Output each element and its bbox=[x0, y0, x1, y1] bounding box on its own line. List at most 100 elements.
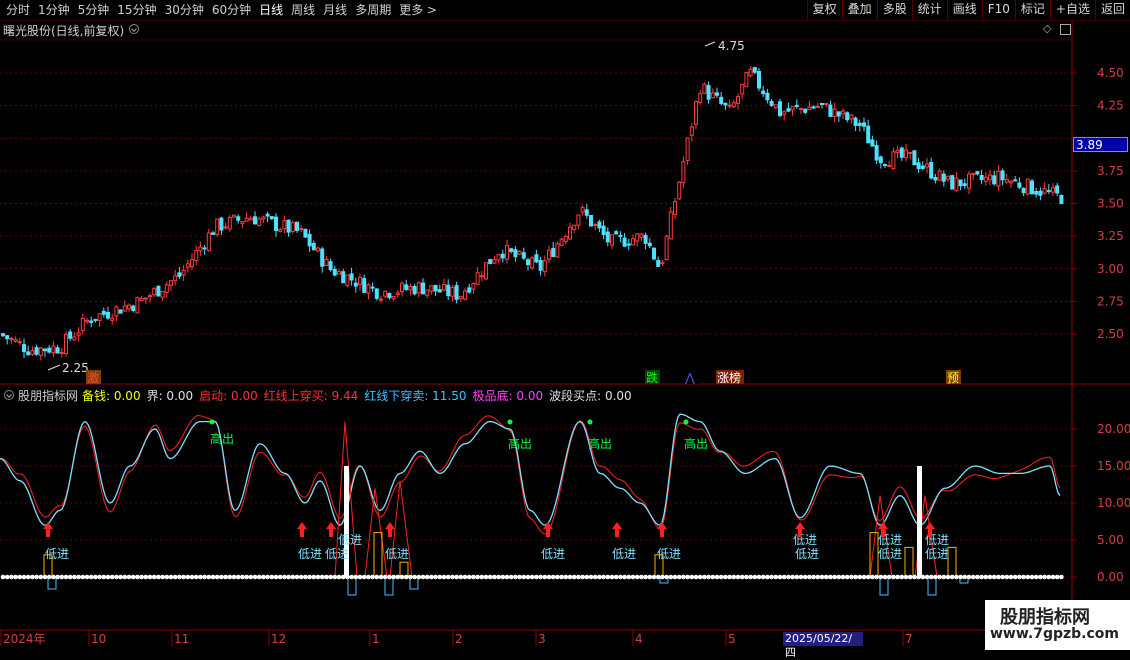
zero-dot bbox=[408, 574, 413, 580]
zero-dot bbox=[647, 574, 653, 580]
candle-body bbox=[395, 292, 400, 295]
candle-body bbox=[962, 183, 967, 187]
candle-body bbox=[425, 289, 430, 296]
candle-body bbox=[723, 102, 728, 106]
zero-dot bbox=[1000, 574, 1005, 580]
zero-dot bbox=[576, 574, 581, 580]
buy-arrow-0 bbox=[43, 522, 53, 537]
zero-dot bbox=[714, 574, 720, 580]
candle-body bbox=[135, 297, 140, 314]
candle-body bbox=[614, 231, 619, 235]
zero-dot bbox=[865, 574, 871, 580]
candle-body bbox=[114, 306, 119, 317]
candle-body bbox=[547, 249, 551, 260]
zero-dot bbox=[765, 574, 770, 580]
candle-body bbox=[437, 289, 442, 293]
candle-body bbox=[526, 259, 530, 266]
zero-dot bbox=[17, 574, 23, 580]
zero-dot bbox=[823, 574, 829, 580]
candle-body bbox=[55, 347, 60, 354]
zero-dot bbox=[924, 574, 930, 580]
zero-dot bbox=[798, 574, 804, 580]
time-label-5: 2 bbox=[455, 632, 463, 646]
candle-body bbox=[631, 238, 635, 246]
candle-body bbox=[870, 139, 875, 147]
zero-dot bbox=[227, 574, 233, 580]
candle-body bbox=[778, 101, 782, 117]
zero-dot bbox=[458, 574, 464, 580]
zero-dot bbox=[13, 574, 18, 580]
zero-dot bbox=[471, 574, 476, 580]
zero-dot bbox=[664, 574, 669, 580]
candle-body bbox=[1038, 190, 1043, 196]
zero-dot bbox=[130, 574, 136, 580]
candle-body bbox=[639, 233, 644, 238]
zero-dot bbox=[122, 574, 128, 580]
candle-body bbox=[584, 209, 589, 216]
zero-dot bbox=[84, 574, 90, 580]
chart-canvas[interactable]: 4.50 4.25 3.75 3.50 3.25 3.00 2.75 2.50 4.75 2.25… bbox=[0, 0, 1130, 650]
sell-dot-2 bbox=[587, 419, 593, 425]
candle-body bbox=[479, 275, 484, 278]
candle-body bbox=[941, 173, 946, 182]
candle-body bbox=[177, 272, 182, 277]
candle-body bbox=[257, 218, 262, 226]
candle-body bbox=[555, 243, 560, 258]
candle-body bbox=[1055, 185, 1060, 194]
candle-body bbox=[190, 259, 194, 268]
zero-dot bbox=[479, 574, 485, 580]
candle-body bbox=[887, 164, 892, 167]
zero-dot bbox=[1033, 574, 1039, 580]
candle-body bbox=[341, 271, 346, 284]
candle-body bbox=[64, 333, 68, 355]
zero-dot bbox=[210, 574, 216, 580]
candle-body bbox=[471, 283, 476, 290]
zero-dot bbox=[945, 574, 951, 580]
candle-body bbox=[652, 247, 656, 260]
candle-body bbox=[542, 260, 547, 273]
candle-body bbox=[13, 339, 18, 342]
zero-dot bbox=[622, 574, 627, 580]
time-label-9: 7 bbox=[905, 632, 913, 646]
zero-dot bbox=[311, 574, 317, 580]
zero-dot bbox=[790, 574, 795, 580]
zero-dot bbox=[500, 574, 506, 580]
ind-y-label: 5.00 bbox=[1097, 533, 1124, 547]
candle-body bbox=[647, 242, 652, 247]
zero-dot bbox=[991, 574, 997, 580]
zero-dot bbox=[781, 574, 787, 580]
candle-body bbox=[794, 104, 799, 108]
candle-body bbox=[416, 282, 421, 294]
zero-dot bbox=[357, 574, 363, 580]
cyan-line bbox=[0, 413, 1061, 526]
zero-dot bbox=[340, 574, 346, 580]
zero-dot bbox=[475, 574, 480, 580]
current-price-box: 3.89 bbox=[1073, 137, 1128, 152]
candle-body bbox=[799, 107, 803, 110]
zero-dot bbox=[651, 574, 657, 580]
candle-body bbox=[467, 287, 472, 293]
zero-dot bbox=[672, 574, 678, 580]
yellow-block-6 bbox=[947, 546, 957, 578]
candle-body bbox=[710, 92, 715, 99]
zero-dot bbox=[1046, 574, 1052, 580]
zero-dot bbox=[1054, 574, 1060, 580]
candle-body bbox=[223, 226, 228, 229]
candle-body bbox=[433, 284, 438, 292]
candle-body bbox=[30, 350, 35, 355]
candle-body bbox=[643, 234, 648, 244]
candle-body bbox=[601, 225, 606, 236]
sell-label-1: 高出 bbox=[508, 436, 532, 451]
candle-body bbox=[370, 286, 375, 289]
zero-dot bbox=[450, 574, 455, 580]
candle-body bbox=[610, 234, 614, 246]
candle-body bbox=[811, 106, 816, 109]
candle-body bbox=[904, 149, 908, 159]
candle-body bbox=[127, 304, 131, 310]
time-label-2: 11 bbox=[174, 632, 189, 646]
candle-body bbox=[106, 311, 110, 319]
zero-dot bbox=[1004, 574, 1010, 580]
zero-dot bbox=[403, 574, 409, 580]
candle-body bbox=[967, 173, 971, 189]
candle-body bbox=[786, 108, 791, 112]
